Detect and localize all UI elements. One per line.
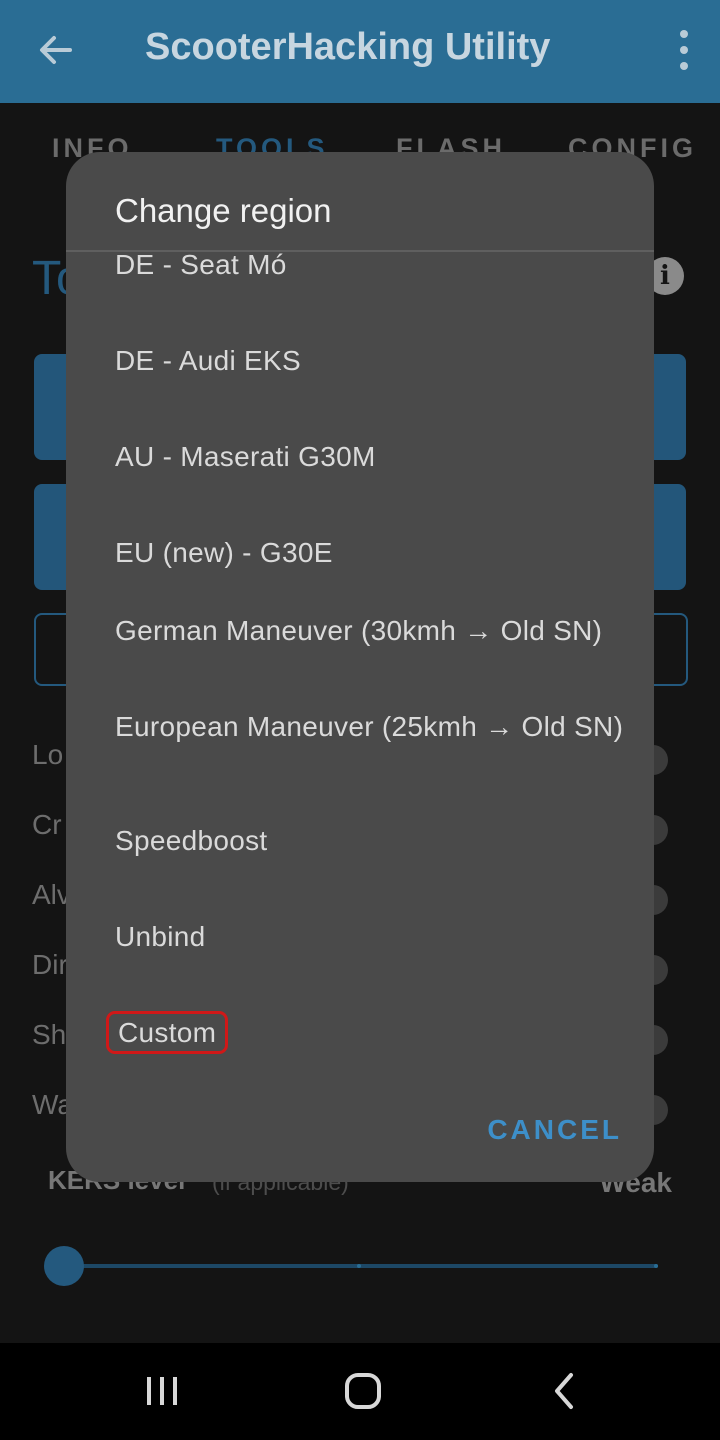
region-item[interactable]: European Maneuver (25kmh → Old SN) xyxy=(115,708,625,745)
slider-tick xyxy=(357,1264,361,1268)
option-label: Lo xyxy=(32,739,64,770)
more-options-icon[interactable] xyxy=(678,28,690,72)
region-item[interactable]: German Maneuver (30kmh → Old SN) xyxy=(115,612,625,649)
system-nav-bar xyxy=(0,1343,720,1440)
app-title: ScooterHacking Utility xyxy=(145,26,551,68)
region-item[interactable]: Speedboost xyxy=(115,822,625,859)
region-item[interactable]: DE - Audi EKS xyxy=(115,342,625,379)
back-arrow-icon[interactable] xyxy=(34,28,78,72)
app-bar: ScooterHacking Utility xyxy=(0,0,720,103)
region-item-custom[interactable]: Custom xyxy=(106,1011,229,1054)
kers-slider-track[interactable] xyxy=(64,1264,658,1268)
slider-tick xyxy=(654,1264,658,1268)
cancel-button[interactable]: CANCEL xyxy=(487,1114,622,1146)
region-item[interactable]: AU - Maserati G30M xyxy=(115,438,625,475)
option-label: Dir xyxy=(32,949,68,980)
region-item[interactable]: Unbind xyxy=(115,918,625,955)
region-list[interactable]: DE - Seat Mó DE - Audi EKS AU - Maserati… xyxy=(66,252,654,1092)
home-icon[interactable] xyxy=(333,1365,393,1417)
option-label: Cr xyxy=(32,809,62,840)
region-item[interactable]: DE - Seat Mó xyxy=(115,252,625,283)
recent-apps-icon[interactable] xyxy=(132,1365,192,1417)
option-label: Sh xyxy=(32,1019,67,1050)
dialog-title: Change region xyxy=(115,192,332,229)
back-nav-icon[interactable] xyxy=(535,1365,595,1417)
kers-slider-thumb[interactable] xyxy=(44,1246,84,1286)
change-region-dialog: Change region DE - Seat Mó DE - Audi EKS… xyxy=(66,152,654,1182)
region-item[interactable]: EU (new) - G30E xyxy=(115,534,625,571)
